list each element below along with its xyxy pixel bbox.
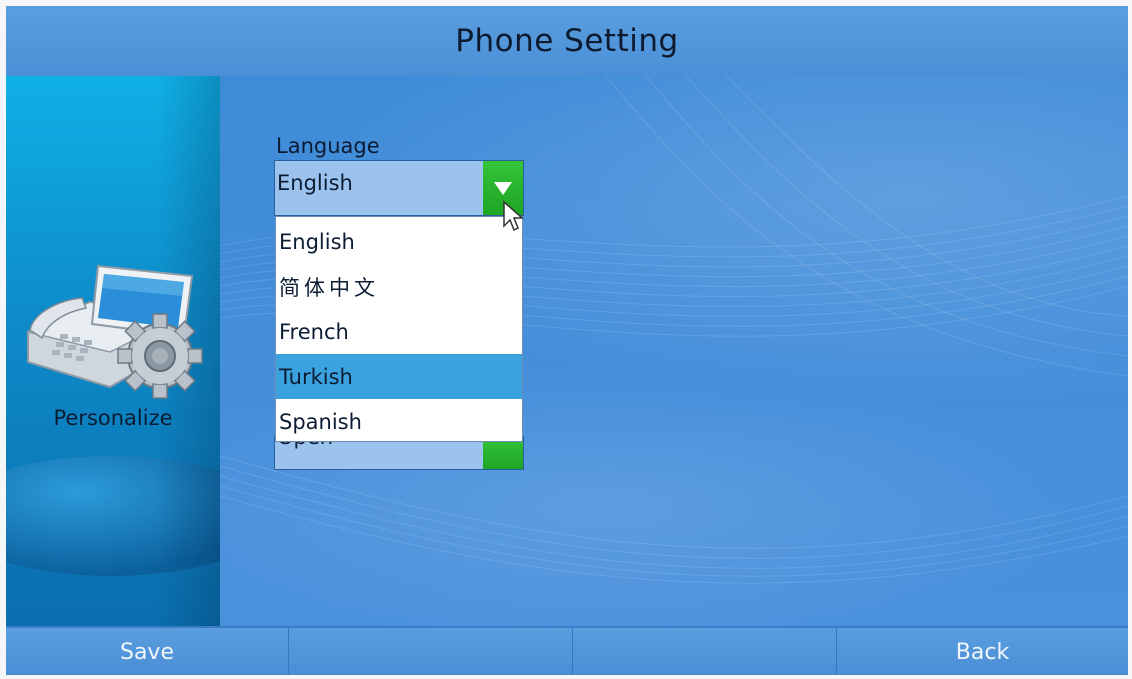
softkey-bar: Save Back xyxy=(6,626,1128,675)
title-bar: Phone Setting xyxy=(6,6,1128,78)
page-title: Phone Setting xyxy=(455,23,679,59)
language-option[interactable]: 简体中文 xyxy=(276,264,522,309)
sidebar-personalize[interactable]: Personalize xyxy=(6,76,220,626)
language-select[interactable]: English xyxy=(274,160,524,216)
language-option[interactable]: Spanish xyxy=(276,399,522,444)
chevron-down-icon xyxy=(494,182,512,195)
save-button[interactable]: Save xyxy=(6,628,288,675)
language-select-value: English xyxy=(277,171,353,195)
language-option[interactable]: English xyxy=(276,219,522,264)
phone-settings-icon xyxy=(25,264,203,399)
language-option[interactable]: French xyxy=(276,309,522,354)
softkey-2[interactable] xyxy=(289,628,572,675)
language-label: Language xyxy=(276,134,380,158)
mouse-cursor-icon xyxy=(503,200,524,232)
language-option-highlighted[interactable]: Turkish xyxy=(276,354,522,399)
sidebar-label: Personalize xyxy=(53,406,173,430)
main-area: Personalize Language English Open Englis… xyxy=(6,76,1128,626)
language-dropdown-list: English 简体中文 French Turkish Spanish xyxy=(275,216,523,442)
softkey-3[interactable] xyxy=(573,628,836,675)
back-button[interactable]: Back xyxy=(837,628,1128,675)
phone-screen: Phone Setting Personalize Language Engli… xyxy=(6,6,1128,675)
